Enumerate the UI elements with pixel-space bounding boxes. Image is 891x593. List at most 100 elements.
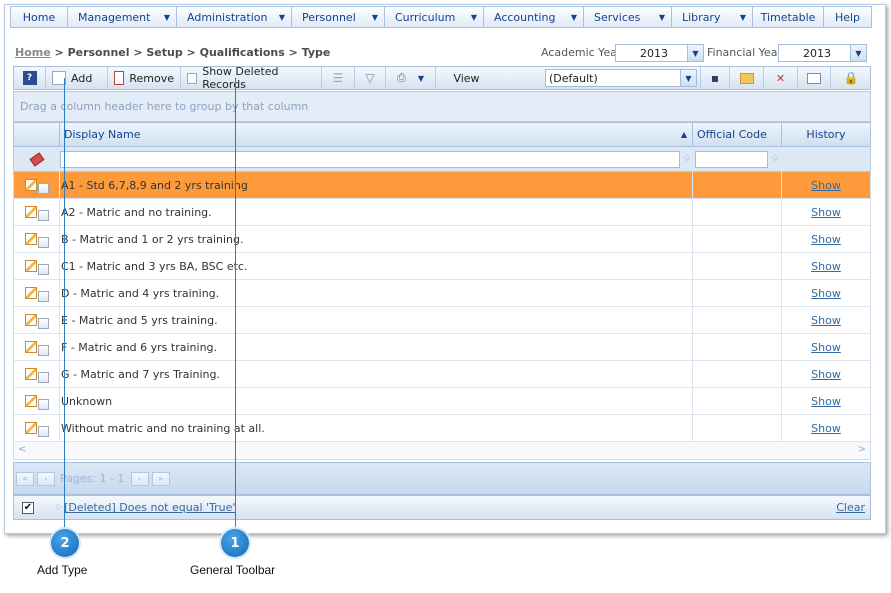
menu-services[interactable]: Services ▼ [584,7,672,27]
row-checkbox[interactable] [37,236,49,248]
filter-button[interactable]: ▽ [355,67,386,89]
first-page-button[interactable]: « [16,471,34,486]
filter-enabled-checkbox[interactable]: ✔ [22,501,34,514]
row-checkbox[interactable] [37,398,49,410]
scroll-right-icon[interactable]: > [858,444,866,455]
chevron-down-icon[interactable]: ▼ [850,45,866,61]
filter-expression-link[interactable]: [Deleted] Does not equal 'True' [64,501,235,514]
show-deleted-toggle[interactable]: Show Deleted Records [181,65,322,91]
lock-button[interactable]: 🔒 [831,67,871,89]
table-row[interactable]: A1 - Std 6,7,8,9 and 2 yrs training Show [13,172,871,199]
clear-filter-button[interactable] [14,151,60,167]
row-checkbox[interactable] [37,263,49,275]
breadcrumb-home-link[interactable]: Home [15,46,51,59]
new-view-button[interactable] [730,67,764,89]
edit-icon[interactable] [24,314,37,326]
menu-management[interactable]: Management ▼ [68,7,177,27]
row-checkbox[interactable] [37,344,49,356]
official-code-cell [693,199,782,225]
table-row[interactable]: Without matric and no training at all. Sh… [13,415,871,442]
filter-row: ♢ ♢ [13,147,871,172]
clear-filter-link[interactable]: Clear [836,501,865,514]
display-name-cell: G - Matric and 7 yrs Training. [60,361,693,387]
edit-icon[interactable] [24,395,37,407]
row-checkbox[interactable] [37,425,49,437]
edit-icon[interactable] [24,233,37,245]
edit-icon[interactable] [24,368,37,380]
header-select-column [14,123,60,146]
official-code-cell [693,415,782,441]
chevron-down-icon[interactable]: ▼ [680,70,696,86]
history-show-link[interactable]: Show [811,287,841,300]
menu-personnel[interactable]: Personnel ▼ [292,7,385,27]
print-button[interactable]: ⎙ ▼ [386,67,436,89]
table-row[interactable]: Unknown Show [13,388,871,415]
history-show-link[interactable]: Show [811,179,841,192]
table-row[interactable]: B - Matric and 1 or 2 yrs training. Show [13,226,871,253]
menu-timetable[interactable]: Timetable [753,7,824,27]
filter-icon[interactable]: ♢ [771,154,779,164]
official-code-filter-input[interactable] [695,150,768,168]
official-code-cell [693,388,782,414]
history-show-link[interactable]: Show [811,206,841,219]
header-history[interactable]: History [782,123,870,146]
delete-view-button[interactable]: ✕ [764,67,798,89]
history-show-link[interactable]: Show [811,341,841,354]
menu-library[interactable]: Library ▼ [672,7,753,27]
menu-help[interactable]: Help [824,7,871,27]
table-row[interactable]: D - Matric and 4 yrs training. Show [13,280,871,307]
history-show-link[interactable]: Show [811,368,841,381]
edit-icon[interactable] [24,260,37,272]
menu-administration[interactable]: Administration ▼ [177,7,292,27]
menu-home[interactable]: Home [11,7,68,27]
view-select[interactable]: (Default) ▼ [545,69,697,87]
row-checkbox[interactable] [37,371,49,383]
row-checkbox[interactable] [37,317,49,329]
table-row[interactable]: E - Matric and 5 yrs training. Show [13,307,871,334]
history-show-link[interactable]: Show [811,314,841,327]
chevron-down-icon[interactable]: ▼ [687,45,703,61]
financial-year-select[interactable]: 2013 ▼ [778,44,867,62]
history-show-link[interactable]: Show [811,422,841,435]
edit-icon[interactable] [24,341,37,353]
history-show-link[interactable]: Show [811,395,841,408]
save-view-button[interactable]: ▪ [700,67,730,89]
display-name-cell: F - Matric and 6 yrs training. [60,334,693,360]
horizontal-scrollbar[interactable]: < > [13,442,871,460]
row-checkbox[interactable] [37,209,49,221]
header-official-code[interactable]: Official Code [693,123,782,146]
filter-icon[interactable]: ♢ [683,154,691,164]
history-show-link[interactable]: Show [811,233,841,246]
table-row[interactable]: F - Matric and 6 yrs training. Show [13,334,871,361]
next-page-button[interactable]: › [130,471,149,486]
layout-button[interactable] [798,67,831,89]
row-checkbox[interactable] [37,290,49,302]
table-row[interactable]: A2 - Matric and no training. Show [13,199,871,226]
remove-button[interactable]: Remove [108,67,181,89]
display-name-filter-input[interactable] [60,150,680,168]
header-display-name[interactable]: Display Name ▲ [60,123,693,146]
menu-curriculum[interactable]: Curriculum ▼ [385,7,484,27]
last-page-button[interactable]: » [151,471,170,486]
checkbox-icon[interactable] [187,72,198,84]
header-display-name-label: Display Name [64,128,141,141]
edit-icon[interactable] [24,179,37,191]
columns-button[interactable]: ☰ [322,67,355,89]
group-by-area[interactable]: Drag a column header here to group by th… [13,91,871,122]
row-checkbox[interactable] [37,182,49,194]
chevron-down-icon[interactable]: ▼ [418,74,424,83]
scroll-left-icon[interactable]: < [18,444,26,455]
add-button[interactable]: Add [46,67,108,89]
callout-line-toolbar [235,78,236,530]
history-show-link[interactable]: Show [811,260,841,273]
edit-icon[interactable] [24,287,37,299]
table-row[interactable]: C1 - Matric and 3 yrs BA, BSC etc. Show [13,253,871,280]
active-filter-bar: ✔ ♢ [Deleted] Does not equal 'True' Clea… [13,495,871,520]
help-button[interactable]: ? [14,67,46,89]
table-row[interactable]: G - Matric and 7 yrs Training. Show [13,361,871,388]
menu-accounting[interactable]: Accounting ▼ [484,7,584,27]
prev-page-button[interactable]: ‹ [37,471,55,486]
academic-year-select[interactable]: 2013 ▼ [615,44,704,62]
edit-icon[interactable] [24,206,37,218]
edit-icon[interactable] [24,422,37,434]
